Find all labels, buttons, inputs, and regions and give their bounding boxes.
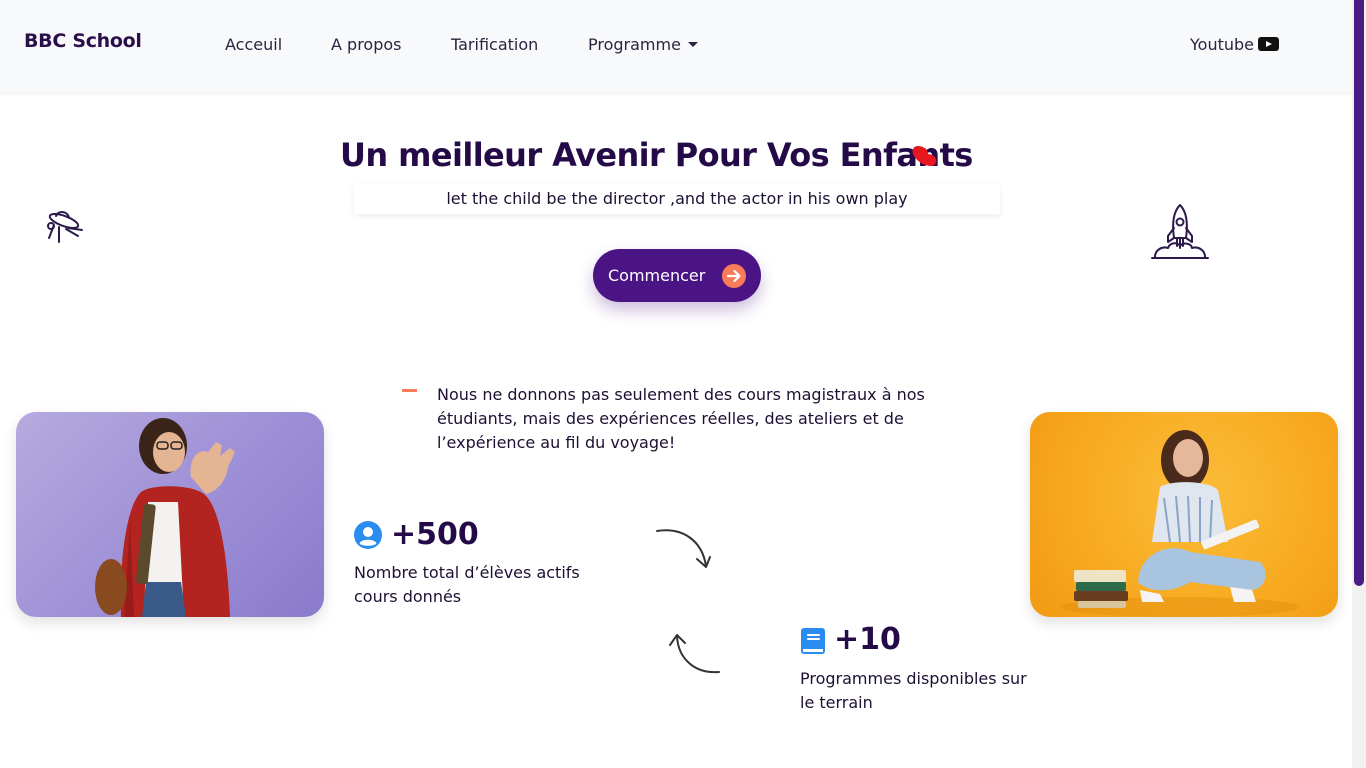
curved-arrow-down-icon <box>656 529 711 568</box>
arrow-right-icon <box>722 264 746 288</box>
nav-link-youtube[interactable]: Youtube <box>1190 35 1279 54</box>
student-photo-left <box>16 412 324 617</box>
accent-dash <box>402 389 417 392</box>
youtube-icon <box>1258 37 1279 51</box>
hero-subtitle: let the child be the director ,and the a… <box>354 184 1000 214</box>
ufo-icon <box>47 211 83 243</box>
hero-title: Un meilleur Avenir Pour Vos Enfants <box>340 136 973 174</box>
stat-students-label: Nombre total d’élèves actifs cours donné… <box>354 563 580 606</box>
scrollbar-thumb[interactable] <box>1354 0 1364 586</box>
stat-students-value: +500 <box>391 517 479 552</box>
nav-dropdown-label: Programme <box>588 35 681 54</box>
stat-programs-value: +10 <box>834 622 901 657</box>
about-description: Nous ne donnons pas seulement des cours … <box>437 385 925 452</box>
student-photo-right <box>1030 412 1338 617</box>
heart-icon <box>912 146 937 166</box>
youtube-label: Youtube <box>1190 35 1254 54</box>
nav-link-tarification[interactable]: Tarification <box>451 35 538 54</box>
commencer-button[interactable]: Commencer <box>593 249 761 302</box>
nav-link-acceuil[interactable]: Acceuil <box>225 35 282 54</box>
brand-logo[interactable]: BBC School <box>24 30 142 52</box>
caret-down-icon <box>687 42 698 47</box>
rocket-icon <box>1151 204 1209 259</box>
user-circle-icon <box>354 521 382 549</box>
student-illustration-right <box>1060 430 1300 617</box>
commencer-label: Commencer <box>608 266 706 285</box>
nav-link-a-propos[interactable]: A propos <box>331 35 401 54</box>
nav-dropdown-programme[interactable]: Programme <box>588 35 698 54</box>
curved-arrow-up-icon <box>669 634 720 674</box>
book-icon <box>801 628 825 654</box>
navbar: BBC School Acceuil A propos Tarification… <box>0 0 1352 92</box>
student-illustration-left <box>95 418 235 617</box>
stat-programs-label: Programmes disponibles sur le terrain <box>800 669 1027 712</box>
